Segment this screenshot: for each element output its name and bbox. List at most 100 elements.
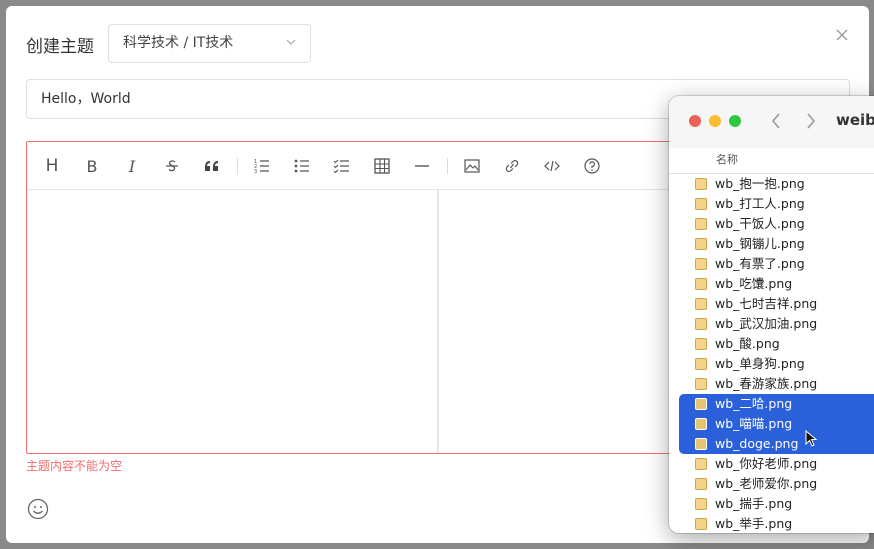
strikethrough-icon[interactable] [162,156,182,176]
ordered-list-icon[interactable]: 123 [252,156,272,176]
file-name: wb_吃馕.png [715,276,793,291]
ordered-list-svg: 123 [254,159,269,175]
emoji-icon[interactable] [27,498,49,520]
file-name: wb_抱一抱.png [715,176,805,191]
finder-title: weibo [836,111,874,129]
png-file-icon [695,438,707,450]
toolbar-separator [237,158,238,174]
image-icon[interactable] [462,156,482,176]
table-svg [374,158,390,174]
png-file-icon [695,218,707,230]
png-file-icon [695,378,707,390]
unordered-list-icon[interactable] [292,156,312,176]
file-name: wb_干饭人.png [715,216,805,231]
file-row[interactable]: wb_干饭人.png [679,214,874,234]
file-name: wb_你好老师.png [715,456,818,471]
table-icon[interactable] [372,156,392,176]
file-row[interactable]: wb_酸.png [679,334,874,354]
name-column-header[interactable]: 名称 [669,148,874,174]
file-row[interactable]: wb_老师爱你.png [679,474,874,494]
image-svg [464,159,480,173]
png-file-icon [695,198,707,210]
png-file-icon [695,478,707,490]
png-file-icon [695,518,707,530]
task-list-svg [333,159,349,174]
window-zoom-button[interactable] [729,115,741,127]
file-name: wb_老师爱你.png [715,476,818,491]
code-icon[interactable] [542,156,562,176]
file-row[interactable]: wb_吃馕.png [679,274,874,294]
file-row[interactable]: wb_打工人.png [679,194,874,214]
file-row[interactable]: wb_有票了.png [679,254,874,274]
png-file-icon [695,398,707,410]
task-list-icon[interactable] [332,156,352,176]
png-file-icon [695,498,707,510]
back-chevron-icon[interactable] [768,110,784,132]
file-name: wb_举手.png [715,516,793,531]
file-row[interactable]: wb_抱一抱.png [679,174,874,194]
link-svg [505,160,519,172]
file-list: wb_抱一抱.png wb_打工人.png wb_干饭人.png wb_钢镚儿.png… [679,174,874,533]
finder-window: weibo 名称 wb_抱一抱.png wb_打工人.png wb_干饭人.pngw… [669,96,874,533]
file-row[interactable]: wb_春游家族.png [679,374,874,394]
file-name: wb_有票了.png [715,256,805,271]
file-row[interactable]: wb_武汉加油.png [679,314,874,334]
file-name: wb_七时吉祥.png [715,296,818,311]
toolbar-separator [447,158,448,174]
help-svg [584,158,600,174]
window-close-button[interactable] [689,115,701,127]
italic-icon[interactable]: I [122,156,142,176]
file-name: wb_二哈.png [715,396,793,411]
png-file-icon [695,238,707,250]
forward-chevron-icon[interactable] [803,110,819,132]
heading-icon[interactable]: H [42,156,62,176]
png-file-icon [695,178,707,190]
strikethrough-svg [166,160,178,172]
file-name: wb_单身狗.png [715,356,805,371]
horizontal-rule-svg [415,165,429,167]
code-svg [544,160,560,172]
horizontal-rule-icon[interactable] [412,156,432,176]
unordered-list-svg [294,159,309,173]
file-row[interactable]: wb_揣手.png [679,494,874,514]
file-name: wb_打工人.png [715,196,805,211]
editor-input-pane[interactable] [27,190,439,453]
close-icon[interactable] [835,28,849,42]
quote-svg [205,161,218,171]
png-file-icon [695,278,707,290]
link-icon[interactable] [502,156,522,176]
file-name: wb_春游家族.png [715,376,818,391]
png-file-icon [695,318,707,330]
file-row[interactable]: wb_举手.png [679,514,874,533]
png-file-icon [695,338,707,350]
file-row[interactable]: wb_钢镚儿.png [679,234,874,254]
file-row[interactable]: wb_喵喵.png [679,414,874,434]
png-file-icon [695,298,707,310]
file-row[interactable]: wb_doge.png [679,434,874,454]
content-error-message: 主题内容不能为空 [26,459,123,473]
file-name: wb_揣手.png [715,496,793,511]
file-row[interactable]: wb_七时吉祥.png [679,294,874,314]
finder-titlebar: weibo [669,96,874,148]
chevron-down-icon [286,39,296,45]
quote-icon[interactable] [202,156,222,176]
file-row[interactable]: wb_单身狗.png [679,354,874,374]
window-minimize-button[interactable] [709,115,721,127]
italic-glyph: I [128,156,136,176]
category-select[interactable]: 科学技术 / IT技术 [108,24,311,63]
bold-icon[interactable]: B [82,156,102,176]
svg-text:3: 3 [254,169,257,175]
png-file-icon [695,418,707,430]
bold-glyph: B [86,156,98,176]
file-row[interactable]: wb_二哈.png [679,394,874,414]
png-file-icon [695,258,707,270]
dialog-title: 创建主题 [26,37,94,57]
file-name: wb_武汉加油.png [715,316,818,331]
file-name: wb_喵喵.png [715,416,793,431]
file-row[interactable]: wb_你好老师.png [679,454,874,474]
file-name: wb_doge.png [715,436,799,451]
png-file-icon [695,458,707,470]
category-select-value: 科学技术 / IT技术 [123,35,234,51]
png-file-icon [695,358,707,370]
help-icon[interactable] [582,156,602,176]
